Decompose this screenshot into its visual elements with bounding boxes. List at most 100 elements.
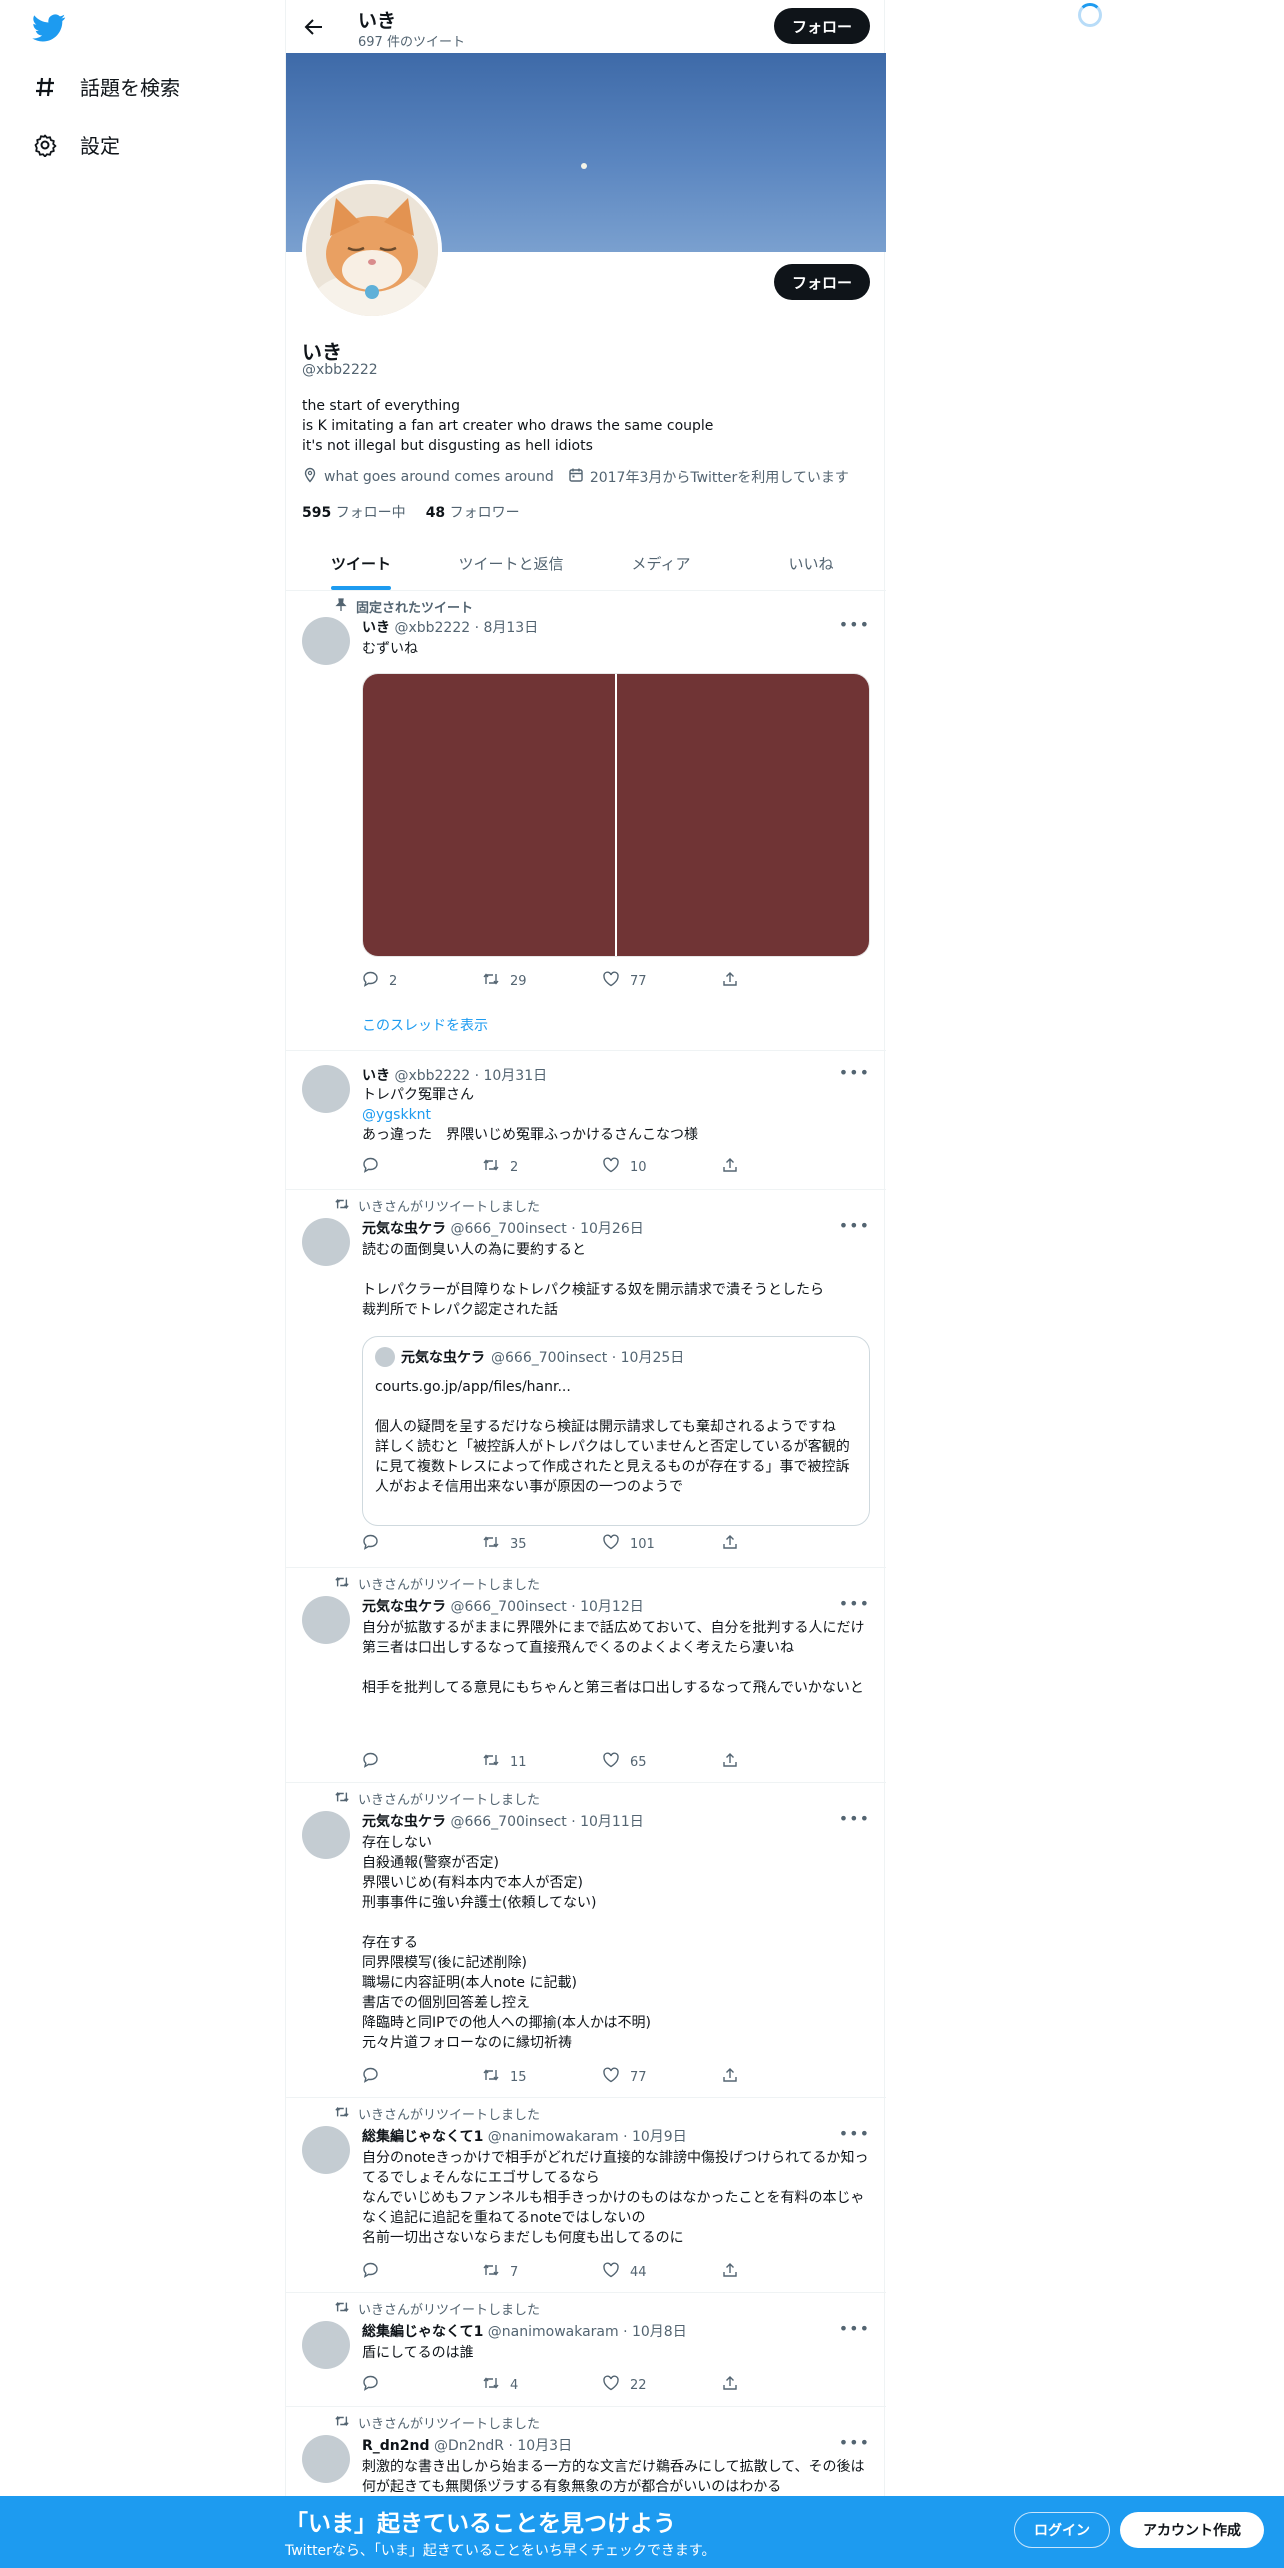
share-button[interactable] [722, 2067, 782, 2087]
tab-tweets[interactable]: ツイート [286, 537, 436, 590]
media-image-right[interactable] [617, 674, 869, 956]
retweet-button[interactable]: 35 [482, 1534, 542, 1554]
more-options-icon[interactable]: ••• [839, 615, 870, 634]
tweet-retweeted[interactable]: いきさんがリツイートしました 元気な虫ケラ @666_700insect · 1… [286, 1568, 886, 1783]
tweet-text: トレパク冤罪さん @ygskknt あっ違った 界隈いじめ冤罪ふっかけるさんこな… [362, 1085, 870, 1145]
more-options-icon[interactable]: ••• [839, 2319, 870, 2338]
tweet-retweeted[interactable]: いきさんがリツイートしました 元気な虫ケラ @666_700insect · 1… [286, 1783, 886, 2098]
tweet-author-name[interactable]: 元気な虫ケラ [362, 1221, 446, 1237]
share-button[interactable] [722, 1752, 782, 1772]
nav-explore[interactable]: 話題を検索 [32, 72, 180, 101]
more-options-icon[interactable]: ••• [839, 1063, 870, 1082]
followers-link[interactable]: 48 フォロワー [426, 502, 520, 522]
tweet-meta: @666_700insect · 10月12日 [450, 1599, 644, 1615]
signup-button[interactable]: アカウント作成 [1120, 2512, 1264, 2548]
like-button[interactable]: 101 [602, 1534, 662, 1554]
retweet-button[interactable]: 2 [482, 1157, 542, 1177]
heart-icon [602, 2262, 620, 2282]
login-button[interactable]: ログイン [1014, 2512, 1110, 2548]
retweet-button[interactable]: 15 [482, 2067, 542, 2087]
tweet-pinned[interactable]: 固定されたツイート いき @xbb2222 · 8月13日 ••• むずいね 2… [286, 591, 886, 1051]
tweet-author-name[interactable]: いき [362, 1068, 390, 1084]
tweet-avatar[interactable] [302, 2126, 350, 2174]
tweet-avatar[interactable] [302, 1218, 350, 1266]
profile-avatar[interactable] [302, 180, 442, 320]
more-options-icon[interactable]: ••• [839, 1216, 870, 1235]
mention-link[interactable]: @ygskknt [362, 1107, 431, 1123]
profile-follow-button[interactable]: フォロー [774, 264, 870, 300]
tweet-retweeted[interactable]: いきさんがリツイートしました 総集編じゃなくて1 @nanimowakaram … [286, 2293, 886, 2407]
like-count: 10 [630, 1159, 647, 1175]
tweet-context-text[interactable]: いきさんがリツイートしました [358, 2299, 540, 2318]
retweet-button[interactable]: 29 [482, 971, 542, 991]
back-arrow-icon[interactable] [300, 13, 328, 41]
more-options-icon[interactable]: ••• [839, 1594, 870, 1613]
tab-likes[interactable]: いいね [736, 537, 886, 590]
show-thread-link[interactable]: このスレッドを表示 [362, 1015, 488, 1035]
tweet-context-text[interactable]: いきさんがリツイートしました [358, 2413, 540, 2432]
header-tweet-count: 697 件のツイート [358, 35, 465, 50]
tweet[interactable]: いき @xbb2222 · 10月31日 ••• トレパク冤罪さん @ygskk… [286, 1051, 886, 1190]
like-button[interactable]: 65 [602, 1752, 662, 1772]
reply-button[interactable]: 2 [362, 971, 422, 991]
reply-button[interactable] [362, 1157, 422, 1177]
tweet-author-name[interactable]: 総集編じゃなくて1 [362, 2324, 483, 2340]
tweet-context-text[interactable]: いきさんがリツイートしました [358, 1574, 540, 1593]
twitter-logo-icon[interactable] [32, 14, 66, 42]
retweet-button[interactable]: 7 [482, 2262, 542, 2282]
tweet-author-name[interactable]: いき [362, 620, 390, 636]
tweet-author-name[interactable]: 総集編じゃなくて1 [362, 2129, 483, 2145]
more-options-icon[interactable]: ••• [839, 2433, 870, 2452]
tweet-avatar[interactable] [302, 1811, 350, 1859]
following-link[interactable]: 595 フォロー中 [302, 502, 406, 522]
tweet-avatar[interactable] [302, 1596, 350, 1644]
tweet-context: いきさんがリツイートしました [334, 2104, 540, 2123]
retweet-button[interactable]: 11 [482, 1752, 542, 1772]
tab-media[interactable]: メディア [586, 537, 736, 590]
tweet-text: むずいね [362, 641, 418, 657]
tweet-media[interactable] [362, 673, 870, 957]
tweet-retweeted[interactable]: いきさんがリツイートしました 元気な虫ケラ @666_700insect · 1… [286, 1190, 886, 1568]
reply-button[interactable] [362, 2262, 422, 2282]
like-button[interactable]: 44 [602, 2262, 662, 2282]
tweet-retweeted[interactable]: いきさんがリツイートしました 総集編じゃなくて1 @nanimowakaram … [286, 2098, 886, 2293]
nav-settings[interactable]: 設定 [32, 130, 120, 159]
retweet-icon [334, 1575, 350, 1593]
tweet-context-text[interactable]: いきさんがリツイートしました [358, 1196, 540, 1215]
retweet-button[interactable]: 4 [482, 2375, 542, 2395]
tab-tweets-replies[interactable]: ツイートと返信 [436, 537, 586, 590]
tweet-header: 元気な虫ケラ @666_700insect · 10月26日 [362, 1218, 644, 1238]
share-button[interactable] [722, 1534, 782, 1554]
like-button[interactable]: 77 [602, 2067, 662, 2087]
share-button[interactable] [722, 2375, 782, 2395]
header-follow-button[interactable]: フォロー [774, 8, 870, 44]
share-button[interactable] [722, 1157, 782, 1177]
tweet-author-name[interactable]: 元気な虫ケラ [362, 1814, 446, 1830]
tweet-author-name[interactable]: R_dn2nd [362, 2438, 430, 2454]
like-button[interactable]: 10 [602, 1157, 662, 1177]
tweet-avatar[interactable] [302, 617, 350, 665]
tweet-author-name[interactable]: 元気な虫ケラ [362, 1599, 446, 1615]
like-button[interactable]: 77 [602, 971, 662, 991]
more-options-icon[interactable]: ••• [839, 1809, 870, 1828]
media-image-left[interactable] [363, 674, 615, 956]
share-icon [722, 1157, 738, 1177]
tweet-context-text[interactable]: いきさんがリツイートしました [358, 2104, 540, 2123]
tweet-avatar[interactable] [302, 1065, 350, 1113]
tweet-avatar[interactable] [302, 2321, 350, 2369]
tweet-context-text[interactable]: いきさんがリツイートしました [358, 1789, 540, 1808]
more-options-icon[interactable]: ••• [839, 2124, 870, 2143]
share-button[interactable] [722, 971, 782, 991]
reply-button[interactable] [362, 1752, 422, 1772]
reply-button[interactable] [362, 2067, 422, 2087]
retweet-count: 29 [510, 973, 527, 989]
share-button[interactable] [722, 2262, 782, 2282]
hashtag-icon [32, 74, 58, 100]
reply-button[interactable] [362, 2375, 422, 2395]
like-button[interactable]: 22 [602, 2375, 662, 2395]
pin-icon [334, 597, 348, 616]
quoted-tweet[interactable]: 元気な虫ケラ @666_700insect · 10月25日 courts.go… [362, 1336, 870, 1526]
reply-button[interactable] [362, 1534, 422, 1554]
tweet-avatar[interactable] [302, 2435, 350, 2483]
reply-icon [362, 2375, 379, 2395]
